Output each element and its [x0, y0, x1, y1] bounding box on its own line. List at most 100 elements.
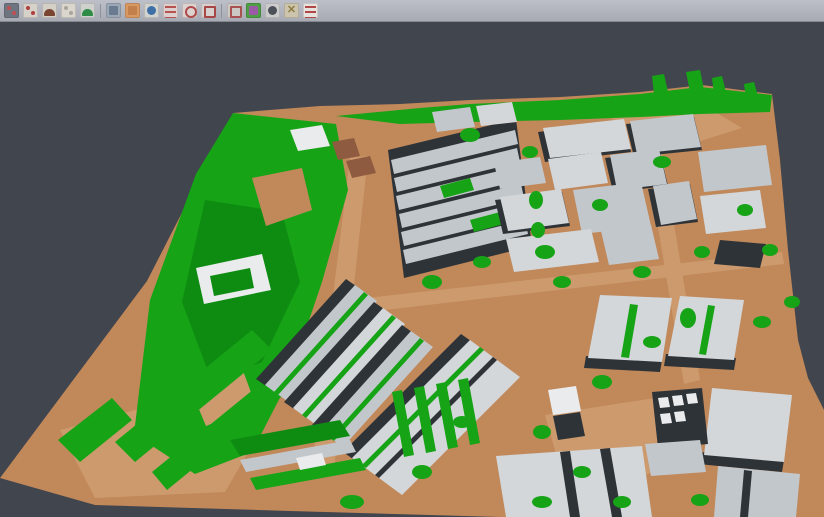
terrain-mound-icon [42, 3, 57, 18]
flag-marker-icon [4, 3, 19, 18]
scene-veg-patch [531, 222, 545, 238]
scene-roof-patch [630, 114, 701, 154]
toolbar: ✕ [0, 0, 824, 22]
toolbar-button-layer-bars[interactable] [301, 2, 320, 20]
layer-bars-icon-glyph [305, 6, 316, 18]
layer-bars-icon [303, 3, 318, 18]
scene-veg-patch [712, 76, 726, 94]
classification-map-icon-glyph [249, 6, 258, 15]
toolbar-button-classify-points[interactable] [21, 2, 40, 20]
scene-veg-patch [532, 496, 552, 508]
sphere-icon-glyph [268, 6, 277, 15]
profile-view-icon [106, 3, 121, 18]
scene-veg-patch [694, 246, 710, 258]
scene-veg-patch [453, 416, 471, 428]
target-icon-glyph [185, 6, 197, 18]
scene-veg-patch [691, 494, 709, 506]
scene-roof-patch [714, 466, 800, 517]
toolbar-button-sphere[interactable] [263, 2, 282, 20]
scene-veg-patch [653, 156, 671, 168]
toolbar-button-clip-box[interactable] [225, 2, 244, 20]
globe-icon-glyph [147, 6, 156, 15]
scene-veg-patch [535, 245, 555, 259]
scene-roof2-patch [704, 388, 792, 462]
toolbar-button-vegetation-surface[interactable] [78, 2, 97, 20]
scene-white-patch [686, 393, 698, 404]
classify-points-icon [23, 3, 38, 18]
toolbar-button-point-grid[interactable] [59, 2, 78, 20]
scene-veg-patch [522, 146, 538, 158]
classify-points-icon-glyph [23, 3, 38, 18]
scene-veg-patch [340, 495, 364, 509]
scene-white-patch [658, 397, 670, 408]
scene-veg-patch [553, 276, 571, 288]
toolbar-button-target[interactable] [180, 2, 199, 20]
scene-white-patch [548, 386, 581, 415]
clip-box-icon [227, 3, 242, 18]
scene-veg-patch [744, 82, 758, 98]
scene-white-patch [674, 411, 686, 422]
toolbar-button-measure-cross[interactable]: ✕ [282, 2, 301, 20]
toolbar-button-list[interactable] [161, 2, 180, 20]
extent-brackets-icon [201, 3, 216, 18]
scene-veg-patch [529, 191, 543, 209]
measure-cross-icon: ✕ [284, 3, 299, 18]
toolbar-separator [219, 3, 224, 19]
point-cloud-scene[interactable] [0, 0, 824, 517]
scene-roof-patch [698, 145, 772, 192]
scene-white-patch [672, 395, 684, 406]
flag-marker-icon-glyph [4, 3, 19, 18]
app-window: ✕ [0, 0, 824, 517]
point-grid-icon-glyph [61, 3, 76, 18]
point-grid-icon [61, 3, 76, 18]
toolbar-button-profile-view[interactable] [104, 2, 123, 20]
classification-map-icon [246, 3, 261, 18]
toolbar-button-globe[interactable] [142, 2, 161, 20]
scene-roof2-patch [700, 190, 766, 234]
toolbar-button-ground-layer[interactable] [123, 2, 142, 20]
vegetation-surface-icon [80, 3, 95, 18]
scene-white-patch [660, 413, 672, 424]
ground-layer-icon [125, 3, 140, 18]
scene-shadow-patch [714, 240, 766, 268]
target-icon [182, 3, 197, 18]
scene-shadow-patch [553, 412, 585, 440]
list-icon [163, 3, 178, 18]
toolbar-icons: ✕ [2, 2, 320, 20]
scene-roof-patch [645, 440, 706, 476]
scene-roof-patch [601, 225, 659, 265]
scene-veg-patch [573, 466, 591, 478]
scene-veg-patch [784, 296, 800, 308]
scene-veg-patch [473, 256, 491, 268]
scene-veg-patch [633, 266, 651, 278]
scene-veg-patch [643, 336, 661, 348]
ground-layer-icon-glyph [128, 6, 137, 15]
scene-veg-patch [592, 199, 608, 211]
scene-roof2-patch [476, 102, 517, 126]
toolbar-separator [98, 3, 103, 19]
scene-veg-patch [422, 275, 442, 289]
scene-veg-patch [412, 465, 432, 479]
scene-veg-patch [762, 244, 778, 256]
scene-veg-patch [533, 425, 551, 439]
scene-veg-patch [613, 496, 631, 508]
clip-box-icon-glyph [230, 6, 242, 18]
list-icon-glyph [165, 6, 176, 18]
globe-icon [144, 3, 159, 18]
profile-view-icon-glyph [109, 6, 118, 15]
scene-veg-patch [753, 316, 771, 328]
scene-veg-patch [460, 128, 480, 142]
toolbar-button-extent-brackets[interactable] [199, 2, 218, 20]
toolbar-button-flag-marker[interactable] [2, 2, 21, 20]
sphere-icon [265, 3, 280, 18]
terrain-mound-icon-glyph [44, 9, 55, 16]
scene-veg-patch [592, 375, 612, 389]
scene-veg-patch [737, 204, 753, 216]
extent-brackets-icon-glyph [204, 6, 216, 18]
toolbar-button-terrain-mound[interactable] [40, 2, 59, 20]
vegetation-surface-icon-glyph [82, 9, 93, 16]
toolbar-button-classification-map[interactable] [244, 2, 263, 20]
scene-veg-patch [652, 74, 668, 94]
measure-cross-icon-glyph: ✕ [284, 3, 299, 18]
scene-roof-patch [573, 182, 651, 234]
